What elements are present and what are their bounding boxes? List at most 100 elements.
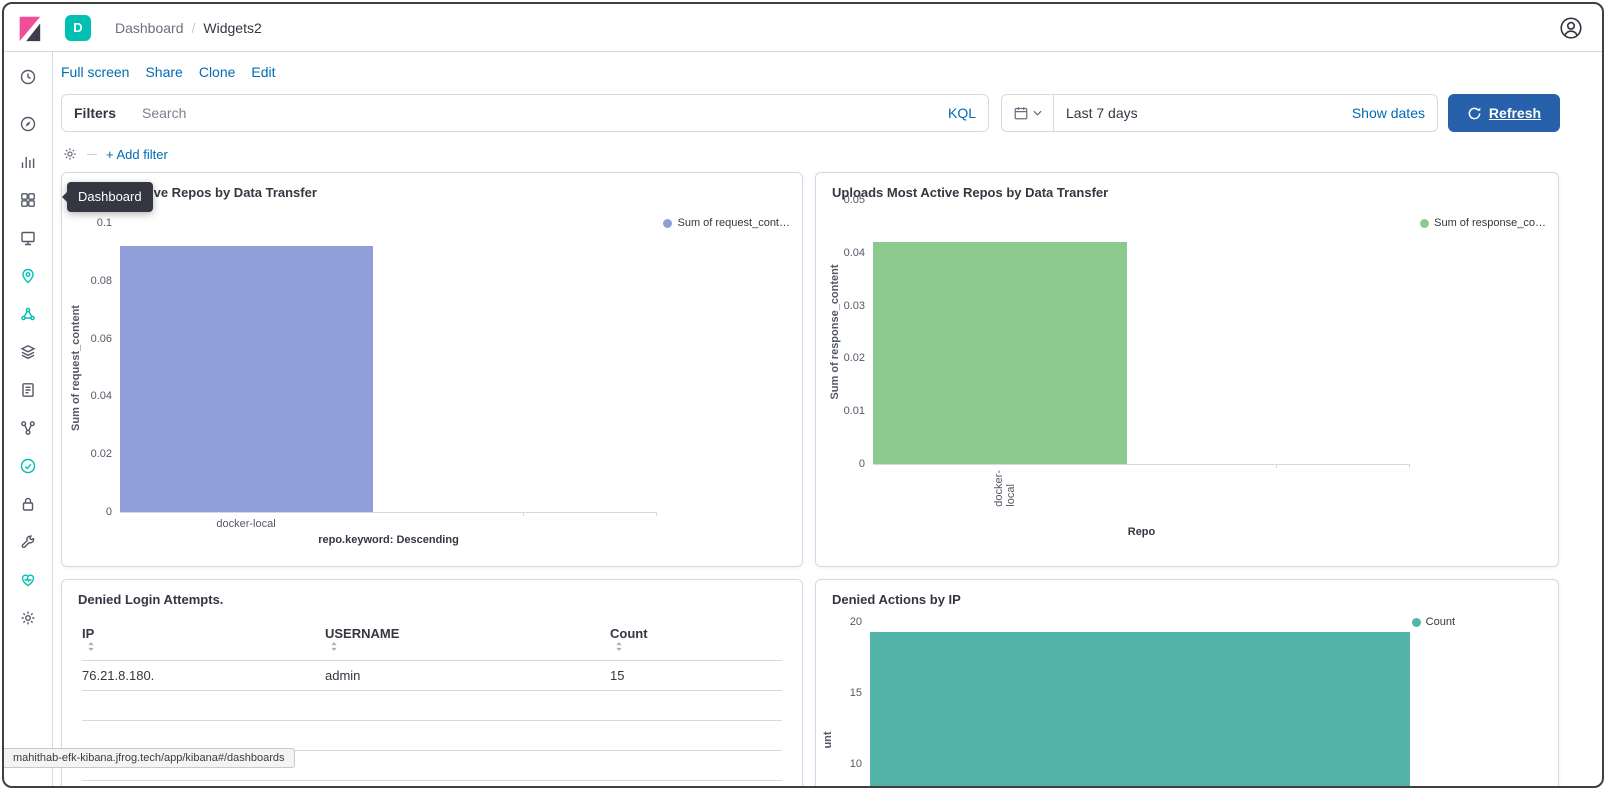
x-tick-mark <box>1276 464 1277 468</box>
show-dates-link[interactable]: Show dates <box>1352 105 1425 121</box>
column-header-count[interactable]: Count <box>610 618 782 661</box>
clone-link[interactable]: Clone <box>199 64 236 86</box>
user-menu-button[interactable] <box>1558 15 1584 41</box>
table-empty-row <box>82 781 782 788</box>
app-nav-rail <box>4 52 53 787</box>
edit-link[interactable]: Edit <box>251 64 275 86</box>
clock-icon <box>19 68 37 86</box>
column-header-username[interactable]: USERNAME <box>325 618 610 661</box>
main-content: Full screen Share Clone Edit Filters KQL… <box>53 52 1602 787</box>
filter-settings-gear-icon[interactable] <box>62 146 78 162</box>
y-axis-tick: 0.02 <box>91 448 112 460</box>
sidebar-item-devtools[interactable] <box>4 533 52 551</box>
refresh-button[interactable]: Refresh <box>1448 94 1560 132</box>
panel-denied-actions: Denied Actions by IP Count unt 201510 <box>815 579 1559 787</box>
compass-icon <box>19 115 37 133</box>
x-axis-title: repo.keyword: Descending <box>318 534 459 546</box>
filter-divider <box>87 154 97 155</box>
sort-icon <box>87 641 95 652</box>
sidebar-item-recent[interactable] <box>4 68 52 86</box>
panel-uploads-repos: Uploads Most Active Repos by Data Transf… <box>815 172 1559 567</box>
y-axis-tick: 0.04 <box>844 247 865 259</box>
sidebar-item-apm[interactable] <box>4 419 52 437</box>
wrench-icon <box>19 533 37 551</box>
lock-icon <box>19 495 37 513</box>
app-window: D Dashboard / Widgets2 <box>2 2 1604 788</box>
sidebar-item-ml[interactable] <box>4 305 52 323</box>
date-picker-toggle[interactable] <box>1002 95 1054 131</box>
refresh-icon <box>1467 106 1482 121</box>
panel-downloads-repos: ive Repos by Data Transfer Sum of reques… <box>61 172 803 567</box>
panel-title: Denied Actions by IP <box>832 592 961 607</box>
sidebar-item-dashboard[interactable] <box>4 191 52 209</box>
y-axis-tick: 0.1 <box>97 217 112 229</box>
full-screen-link[interactable]: Full screen <box>61 64 129 86</box>
sidebar-item-discover[interactable] <box>4 115 52 133</box>
uploads-bar-chart: Sum of response_co… Sum of response_cont… <box>816 173 1558 566</box>
sidebar-item-security[interactable] <box>4 495 52 513</box>
chevron-down-icon <box>1033 110 1042 116</box>
table-empty-row <box>82 721 782 751</box>
breadcrumb-separator: / <box>192 20 196 36</box>
heartbeat-icon <box>19 571 37 589</box>
chart-legend[interactable]: Sum of response_co… <box>1420 217 1546 229</box>
legend-dot <box>663 219 672 228</box>
dashboard-toolbar: Full screen Share Clone Edit <box>53 52 1602 86</box>
sidebar-item-monitoring[interactable] <box>4 571 52 589</box>
breadcrumb-dashboard[interactable]: Dashboard <box>115 20 184 36</box>
sort-icon <box>330 641 338 652</box>
top-header: D Dashboard / Widgets2 <box>4 4 1602 52</box>
ml-icon <box>19 305 37 323</box>
sidebar-item-maps[interactable] <box>4 267 52 285</box>
date-range-label[interactable]: Last 7 days <box>1066 105 1352 121</box>
x-tick-mark <box>1409 464 1410 468</box>
plot-area: 0.10.080.060.040.020 docker-local repo.k… <box>120 223 657 513</box>
sidebar-item-management[interactable] <box>4 609 52 627</box>
y-axis-tick: 0.08 <box>91 275 112 287</box>
uptime-check-icon <box>19 457 37 475</box>
column-header-ip[interactable]: IP <box>82 618 325 661</box>
bar-docker-local[interactable] <box>873 242 1127 464</box>
legend-dot <box>1420 219 1429 228</box>
y-axis-tick: 0.04 <box>91 390 112 402</box>
sidebar-item-logs[interactable] <box>4 381 52 399</box>
gear-icon <box>19 609 37 627</box>
column-label: Count <box>610 626 648 641</box>
status-url-bar: mahithab-efk-kibana.jfrog.tech/app/kiban… <box>4 748 295 768</box>
sidebar-item-metrics[interactable] <box>4 343 52 361</box>
filters-button[interactable]: Filters <box>74 105 116 121</box>
y-axis-tick: 0.03 <box>844 300 865 312</box>
y-axis-tick: 0 <box>859 458 865 470</box>
x-tick-mark <box>523 512 524 516</box>
sidebar-item-visualize[interactable] <box>4 153 52 171</box>
add-filter-link[interactable]: + Add filter <box>106 147 168 162</box>
panel-title: ive Repos by Data Transfer <box>150 185 317 200</box>
kibana-logo[interactable] <box>4 14 53 42</box>
bar-denied-actions[interactable] <box>870 632 1410 787</box>
chart-legend[interactable]: Count <box>1412 616 1455 628</box>
y-axis-tick: 0.06 <box>91 333 112 345</box>
sidebar-item-uptime[interactable] <box>4 457 52 475</box>
chart-legend[interactable]: Sum of request_cont… <box>663 217 790 229</box>
cell-count: 15 <box>610 661 782 691</box>
x-tick-label: docker-local <box>993 470 1017 507</box>
space-badge[interactable]: D <box>65 15 91 41</box>
breadcrumb: Dashboard / Widgets2 <box>115 20 262 36</box>
y-axis-title: Sum of request_content <box>70 305 82 431</box>
sort-icon <box>615 641 623 652</box>
table-empty-row <box>82 691 782 721</box>
downloads-bar-chart: Sum of request_cont… Sum of request_cont… <box>62 173 802 566</box>
dashboard-grid: ive Repos by Data Transfer Sum of reques… <box>53 172 1602 787</box>
canvas-icon <box>19 229 37 247</box>
search-input[interactable] <box>142 105 948 121</box>
kql-button[interactable]: KQL <box>948 105 976 121</box>
plot-area: 0.050.040.030.020.010 docker-local Repo <box>873 200 1410 465</box>
share-link[interactable]: Share <box>145 64 182 86</box>
y-axis-tick: 10 <box>850 758 862 770</box>
bar-chart-icon <box>19 153 37 171</box>
bar-docker-local[interactable] <box>120 246 373 512</box>
layers-icon <box>19 343 37 361</box>
date-picker: Last 7 days Show dates <box>1001 94 1438 132</box>
sidebar-item-canvas[interactable] <box>4 229 52 247</box>
x-axis-title: Repo <box>1128 526 1156 538</box>
